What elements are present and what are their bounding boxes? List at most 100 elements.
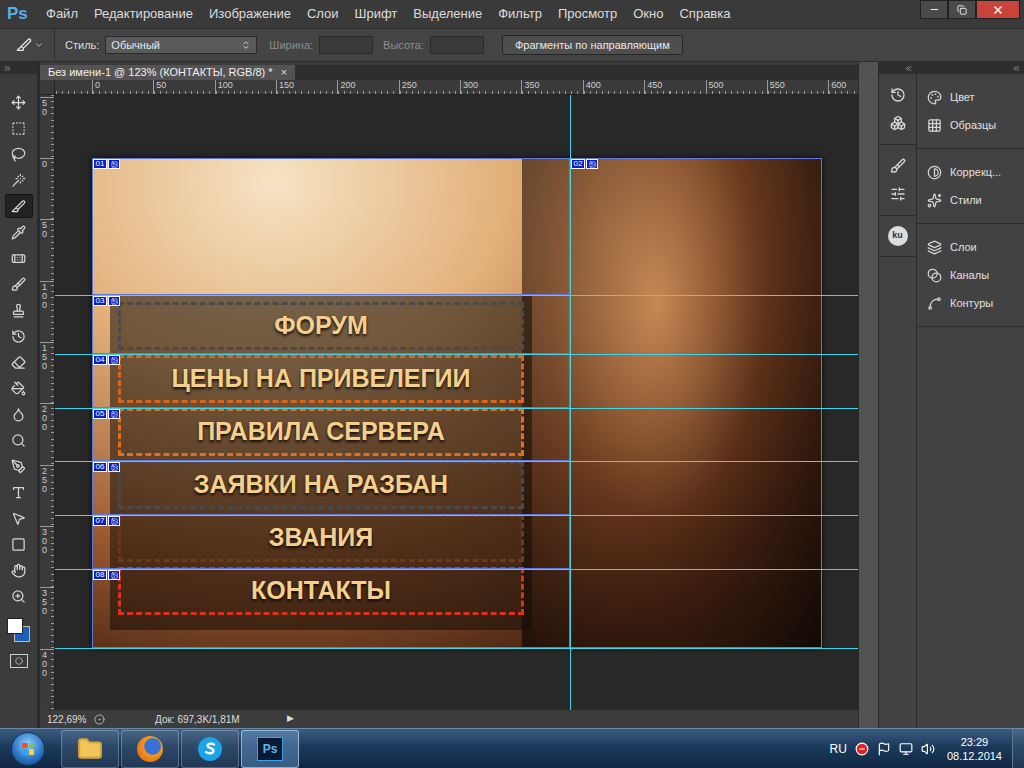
- panel-item[interactable]: Каналы: [917, 261, 1024, 289]
- tool-button[interactable]: [5, 220, 33, 244]
- height-label: Высота:: [373, 37, 430, 54]
- width-field[interactable]: [319, 36, 373, 54]
- style-select[interactable]: Обычный: [105, 36, 257, 54]
- taskbar: Ps RU 23:2908.12.2014: [0, 728, 1024, 768]
- tool-button[interactable]: [5, 168, 33, 192]
- tool-button[interactable]: [5, 428, 33, 452]
- panel-item[interactable]: Стили: [917, 186, 1024, 214]
- menu-item[interactable]: Окно: [625, 4, 671, 24]
- tool-button[interactable]: [5, 142, 33, 166]
- zoom-level[interactable]: 122,69%: [40, 712, 92, 727]
- tool-icon: [11, 433, 26, 448]
- taskbar-app[interactable]: [61, 730, 119, 768]
- slice-image-icon: [111, 518, 118, 525]
- action-center-icon[interactable]: [877, 742, 891, 756]
- kuler-button[interactable]: ku: [888, 226, 908, 246]
- color-swatches[interactable]: [5, 616, 33, 646]
- tool-button[interactable]: [5, 194, 33, 218]
- tab-close-button[interactable]: ×: [281, 64, 287, 81]
- panel-header[interactable]: [917, 62, 1024, 74]
- share-icon[interactable]: [94, 714, 105, 725]
- dock-button[interactable]: [885, 112, 911, 134]
- panel-item[interactable]: Коррекц...: [917, 158, 1024, 186]
- dock-button[interactable]: [885, 183, 911, 205]
- status-menu-button[interactable]: ▶: [287, 712, 294, 726]
- tool-button[interactable]: [5, 532, 33, 556]
- horizontal-guide[interactable]: [55, 354, 858, 355]
- start-button[interactable]: [0, 729, 56, 768]
- tool-button[interactable]: [5, 454, 33, 478]
- ruler-label: 300: [463, 80, 478, 90]
- tool-button[interactable]: [5, 90, 33, 114]
- tool-button[interactable]: [5, 376, 33, 400]
- tool-preset-picker[interactable]: [0, 29, 55, 61]
- tool-button[interactable]: [5, 272, 33, 296]
- tool-button[interactable]: [5, 116, 33, 140]
- nav-menu-button[interactable]: ФОРУМ: [118, 302, 524, 350]
- tool-button[interactable]: [5, 480, 33, 504]
- taskbar-app[interactable]: [121, 730, 179, 768]
- minimize-icon: [929, 4, 940, 15]
- ruler-label: 50: [42, 221, 51, 239]
- nav-menu-button[interactable]: ЗВАНИЯ: [118, 514, 524, 562]
- clock[interactable]: 23:2908.12.2014: [943, 735, 1006, 763]
- language-indicator[interactable]: RU: [830, 740, 847, 758]
- menu-item[interactable]: Слои: [299, 4, 347, 24]
- ruler-label: 250: [42, 467, 51, 494]
- vertical-ruler: 50050100150200250300350400: [40, 95, 55, 710]
- horizontal-guide[interactable]: [55, 461, 858, 462]
- slice-image-icon: [111, 411, 118, 418]
- horizontal-guide[interactable]: [55, 408, 858, 409]
- dock-button[interactable]: [885, 155, 911, 177]
- menu-item[interactable]: Редактирование: [86, 4, 201, 24]
- height-field[interactable]: [430, 36, 484, 54]
- tool-button[interactable]: [5, 298, 33, 322]
- tool-button[interactable]: [5, 558, 33, 582]
- tool-button[interactable]: [5, 506, 33, 530]
- skype-icon: [197, 736, 223, 762]
- nav-menu-button[interactable]: ЗАЯВКИ НА РАЗБАН: [118, 461, 524, 509]
- restore-button[interactable]: [948, 0, 976, 19]
- horizontal-guide[interactable]: [55, 569, 858, 570]
- menu-item[interactable]: Просмотр: [550, 4, 625, 24]
- panel-item[interactable]: Цвет: [917, 83, 1024, 111]
- slices-from-guides-button[interactable]: Фрагменты по направляющим: [502, 35, 683, 55]
- nav-menu-button[interactable]: ЦЕНЫ НА ПРИВЕЛЕГИИ: [118, 355, 524, 403]
- horizontal-guide[interactable]: [55, 515, 858, 516]
- tool-button[interactable]: [5, 350, 33, 374]
- document-tab[interactable]: Без имени-1 @ 123% (КОНТАКТЫ, RGB/8) *×: [40, 65, 295, 80]
- menu-item[interactable]: Шрифт: [347, 4, 406, 24]
- blocked-icon[interactable]: [855, 742, 869, 756]
- panel-icon: [927, 193, 942, 208]
- close-button[interactable]: [976, 0, 1020, 19]
- tool-button[interactable]: [5, 246, 33, 270]
- horizontal-guide[interactable]: [55, 648, 858, 649]
- panel-item[interactable]: Контуры: [917, 289, 1024, 317]
- taskbar-app[interactable]: Ps: [241, 730, 299, 768]
- nav-menu-button[interactable]: ПРАВИЛА СЕРВЕРА: [118, 408, 524, 456]
- foreground-color-swatch[interactable]: [7, 618, 23, 634]
- horizontal-guide[interactable]: [55, 295, 858, 296]
- menu-item[interactable]: Справка: [671, 4, 738, 24]
- menu-item[interactable]: Изображение: [201, 4, 299, 24]
- tool-button[interactable]: [5, 324, 33, 348]
- panel-header[interactable]: [879, 62, 916, 74]
- taskbar-app[interactable]: [181, 730, 239, 768]
- panel-item[interactable]: Слои: [917, 233, 1024, 261]
- dock-button[interactable]: [885, 84, 911, 106]
- canvas-area[interactable]: ФОРУМ ЦЕНЫ НА ПРИВЕЛЕГИИ ПРАВИЛА СЕРВЕРА ЗА…: [55, 95, 858, 710]
- menu-item[interactable]: Файл: [38, 4, 86, 24]
- menu-item[interactable]: Выделение: [405, 4, 490, 24]
- panel-item[interactable]: Образцы: [917, 111, 1024, 139]
- minimize-button[interactable]: [920, 0, 948, 19]
- show-desktop-button[interactable]: [1012, 729, 1024, 768]
- tool-button[interactable]: [5, 402, 33, 426]
- nav-menu-button[interactable]: КОНТАКТЫ: [118, 567, 524, 615]
- volume-icon[interactable]: [921, 742, 935, 756]
- quick-mask-button[interactable]: [10, 654, 28, 668]
- vertical-guide[interactable]: [570, 95, 571, 710]
- menu-item[interactable]: Фильтр: [490, 4, 550, 24]
- tool-button[interactable]: [5, 584, 33, 608]
- panel-header[interactable]: [0, 62, 37, 74]
- network-icon[interactable]: [899, 742, 913, 756]
